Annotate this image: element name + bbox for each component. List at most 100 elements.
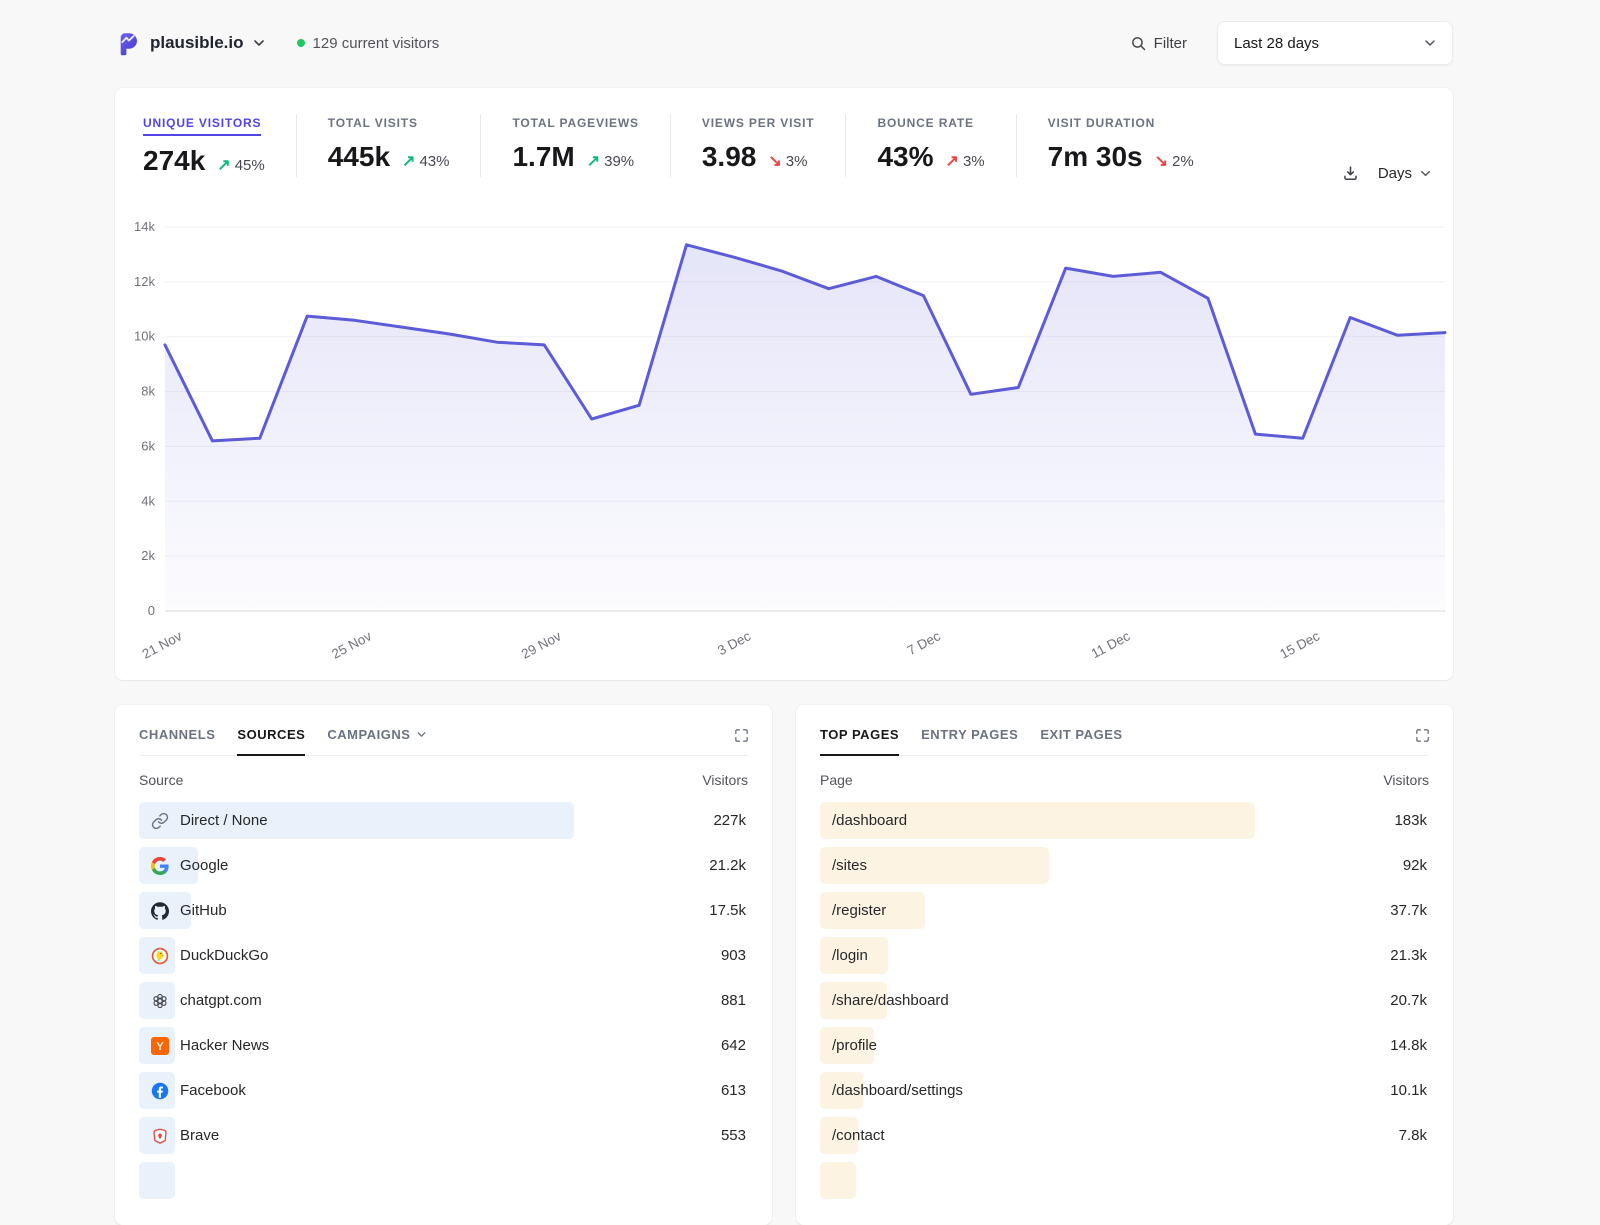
page-row[interactable]: /share/dashboard20.7k: [820, 982, 1429, 1019]
date-range-value: Last 28 days: [1234, 35, 1319, 52]
filter-label: Filter: [1154, 35, 1187, 52]
page-row[interactable]: /dashboard/settings10.1k: [820, 1072, 1429, 1109]
tab-exit-pages[interactable]: EXIT PAGES: [1040, 727, 1122, 755]
link-icon: [151, 812, 169, 830]
row-label: Facebook: [180, 1082, 246, 1099]
source-row[interactable]: Brave553: [139, 1117, 748, 1154]
row-visitors: 17.5k: [709, 902, 748, 919]
current-visitors: 129 current visitors: [297, 35, 440, 52]
svg-text:29 Nov: 29 Nov: [519, 628, 564, 661]
source-row[interactable]: Hacker News 642: [139, 1027, 748, 1064]
page-row[interactable]: /sites92k: [820, 847, 1429, 884]
stat-change: 43%: [419, 153, 449, 170]
brave-icon: [151, 1127, 169, 1145]
row-label: /login: [832, 947, 868, 964]
source-row[interactable]: Direct / None227k: [139, 802, 748, 839]
source-row[interactable]: Google 21.2k: [139, 847, 748, 884]
row-content: DuckDuckGo903: [139, 947, 748, 965]
tab-sources[interactable]: SOURCES: [237, 727, 305, 755]
metrics-chart-card: UNIQUE VISITORS274k↗45%TOTAL VISITS445k↗…: [115, 88, 1453, 680]
svg-text:14k: 14k: [134, 219, 155, 234]
arrow-up-icon: ↗: [402, 151, 415, 171]
row-bar: [139, 1162, 175, 1199]
stat-change: 45%: [235, 157, 265, 174]
stat-value: 7m 30s: [1048, 141, 1143, 173]
top-bar: plausible.io 129 current visitors Filter…: [115, 20, 1453, 66]
chevron-down-icon: [1422, 35, 1438, 51]
col-visitors: Visitors: [702, 772, 748, 788]
tab-entry-pages[interactable]: ENTRY PAGES: [921, 727, 1018, 755]
duckduckgo-icon: [151, 947, 169, 965]
page-row[interactable]: /login 21.3k: [820, 937, 1429, 974]
page-row[interactable]: /register37.7k: [820, 892, 1429, 929]
download-icon[interactable]: [1341, 164, 1360, 183]
row-content: Brave553: [139, 1127, 748, 1145]
stat-value-row: 7m 30s↘2%: [1048, 141, 1194, 173]
row-label: Google: [180, 857, 228, 874]
arrow-down-icon: ↘: [768, 151, 781, 171]
row-label: /share/dashboard: [832, 992, 949, 1009]
stat-change: 39%: [604, 153, 634, 170]
svg-text:25 Nov: 25 Nov: [329, 628, 374, 661]
svg-text:21 Nov: 21 Nov: [140, 628, 185, 661]
page-row[interactable]: /contact7.8k: [820, 1117, 1429, 1154]
tab-channels[interactable]: CHANNELS: [139, 727, 215, 755]
tab-campaigns[interactable]: CAMPAIGNS: [327, 727, 427, 755]
interval-select[interactable]: Days: [1378, 165, 1433, 182]
stat-value: 445k: [328, 141, 390, 173]
date-range-select[interactable]: Last 28 days: [1217, 21, 1453, 65]
row-content: /profile 14.8k: [820, 1037, 1429, 1054]
github-icon: [151, 902, 169, 920]
row-content: Direct / None227k: [139, 812, 748, 830]
facebook-icon: [151, 1082, 169, 1100]
stat-visit-duration[interactable]: VISIT DURATION7m 30s↘2%: [1016, 114, 1225, 177]
row-label: GitHub: [180, 902, 227, 919]
site-switcher-chevron-icon[interactable]: [251, 35, 267, 51]
stat-change: 3%: [963, 153, 985, 170]
stat-views-per-visit[interactable]: VIEWS PER VISIT3.98↘3%: [670, 114, 846, 177]
source-row[interactable]: Facebook 613: [139, 1072, 748, 1109]
google-icon: [151, 857, 169, 875]
tab-top-pages[interactable]: TOP PAGES: [820, 727, 899, 755]
stat-value-row: 1.7M ↗39%: [512, 141, 638, 173]
filter-button[interactable]: Filter: [1130, 35, 1187, 52]
arrow-down-icon: ↘: [1155, 151, 1168, 171]
row-visitors: 613: [721, 1082, 748, 1099]
interval-control: Days: [1341, 164, 1433, 183]
tab-label: CHANNELS: [139, 727, 215, 742]
page-row[interactable]: /profile 14.8k: [820, 1027, 1429, 1064]
svg-text:7 Dec: 7 Dec: [905, 628, 943, 658]
source-row[interactable]: GitHub 17.5k: [139, 892, 748, 929]
expand-icon[interactable]: [1414, 727, 1431, 744]
row-label: Brave: [180, 1127, 219, 1144]
source-row[interactable]: chatgpt.com881: [139, 982, 748, 1019]
stat-unique-visitors[interactable]: UNIQUE VISITORS274k↗45%: [143, 114, 296, 177]
row-content: /register37.7k: [820, 902, 1429, 919]
stat-total-pageviews[interactable]: TOTAL PAGEVIEWS1.7M↗39%: [480, 114, 669, 177]
partial-row: [139, 1162, 748, 1199]
stat-bounce-rate[interactable]: BOUNCE RATE43%↗3%: [845, 114, 1015, 177]
row-visitors: 21.2k: [709, 857, 748, 874]
arrow-up-icon: ↗: [587, 151, 600, 171]
row-label: /profile: [832, 1037, 877, 1054]
stat-value-row: 445k ↗43%: [328, 141, 450, 173]
source-row[interactable]: DuckDuckGo903: [139, 937, 748, 974]
row-label: /sites: [832, 857, 867, 874]
pages-rows: /dashboard183k/sites92k/register37.7k/lo…: [820, 802, 1429, 1199]
hackernews-icon: [151, 1037, 169, 1055]
row-label: Direct / None: [180, 812, 268, 829]
page-row[interactable]: /dashboard183k: [820, 802, 1429, 839]
visitors-chart: 02k4k6k8k10k12k14k21 Nov25 Nov29 Nov3 De…: [127, 205, 1450, 667]
svg-text:0: 0: [148, 603, 155, 618]
tab-label: TOP PAGES: [820, 727, 899, 742]
row-label: Hacker News: [180, 1037, 269, 1054]
stat-total-visits[interactable]: TOTAL VISITS445k↗43%: [296, 114, 481, 177]
row-visitors: 642: [721, 1037, 748, 1054]
stat-value: 1.7M: [512, 141, 574, 173]
expand-icon[interactable]: [733, 727, 750, 744]
row-visitors: 14.8k: [1390, 1037, 1429, 1054]
site-name[interactable]: plausible.io: [150, 33, 244, 53]
row-content: GitHub 17.5k: [139, 902, 748, 920]
tab-label: SOURCES: [237, 727, 305, 742]
row-visitors: 21.3k: [1390, 947, 1429, 964]
